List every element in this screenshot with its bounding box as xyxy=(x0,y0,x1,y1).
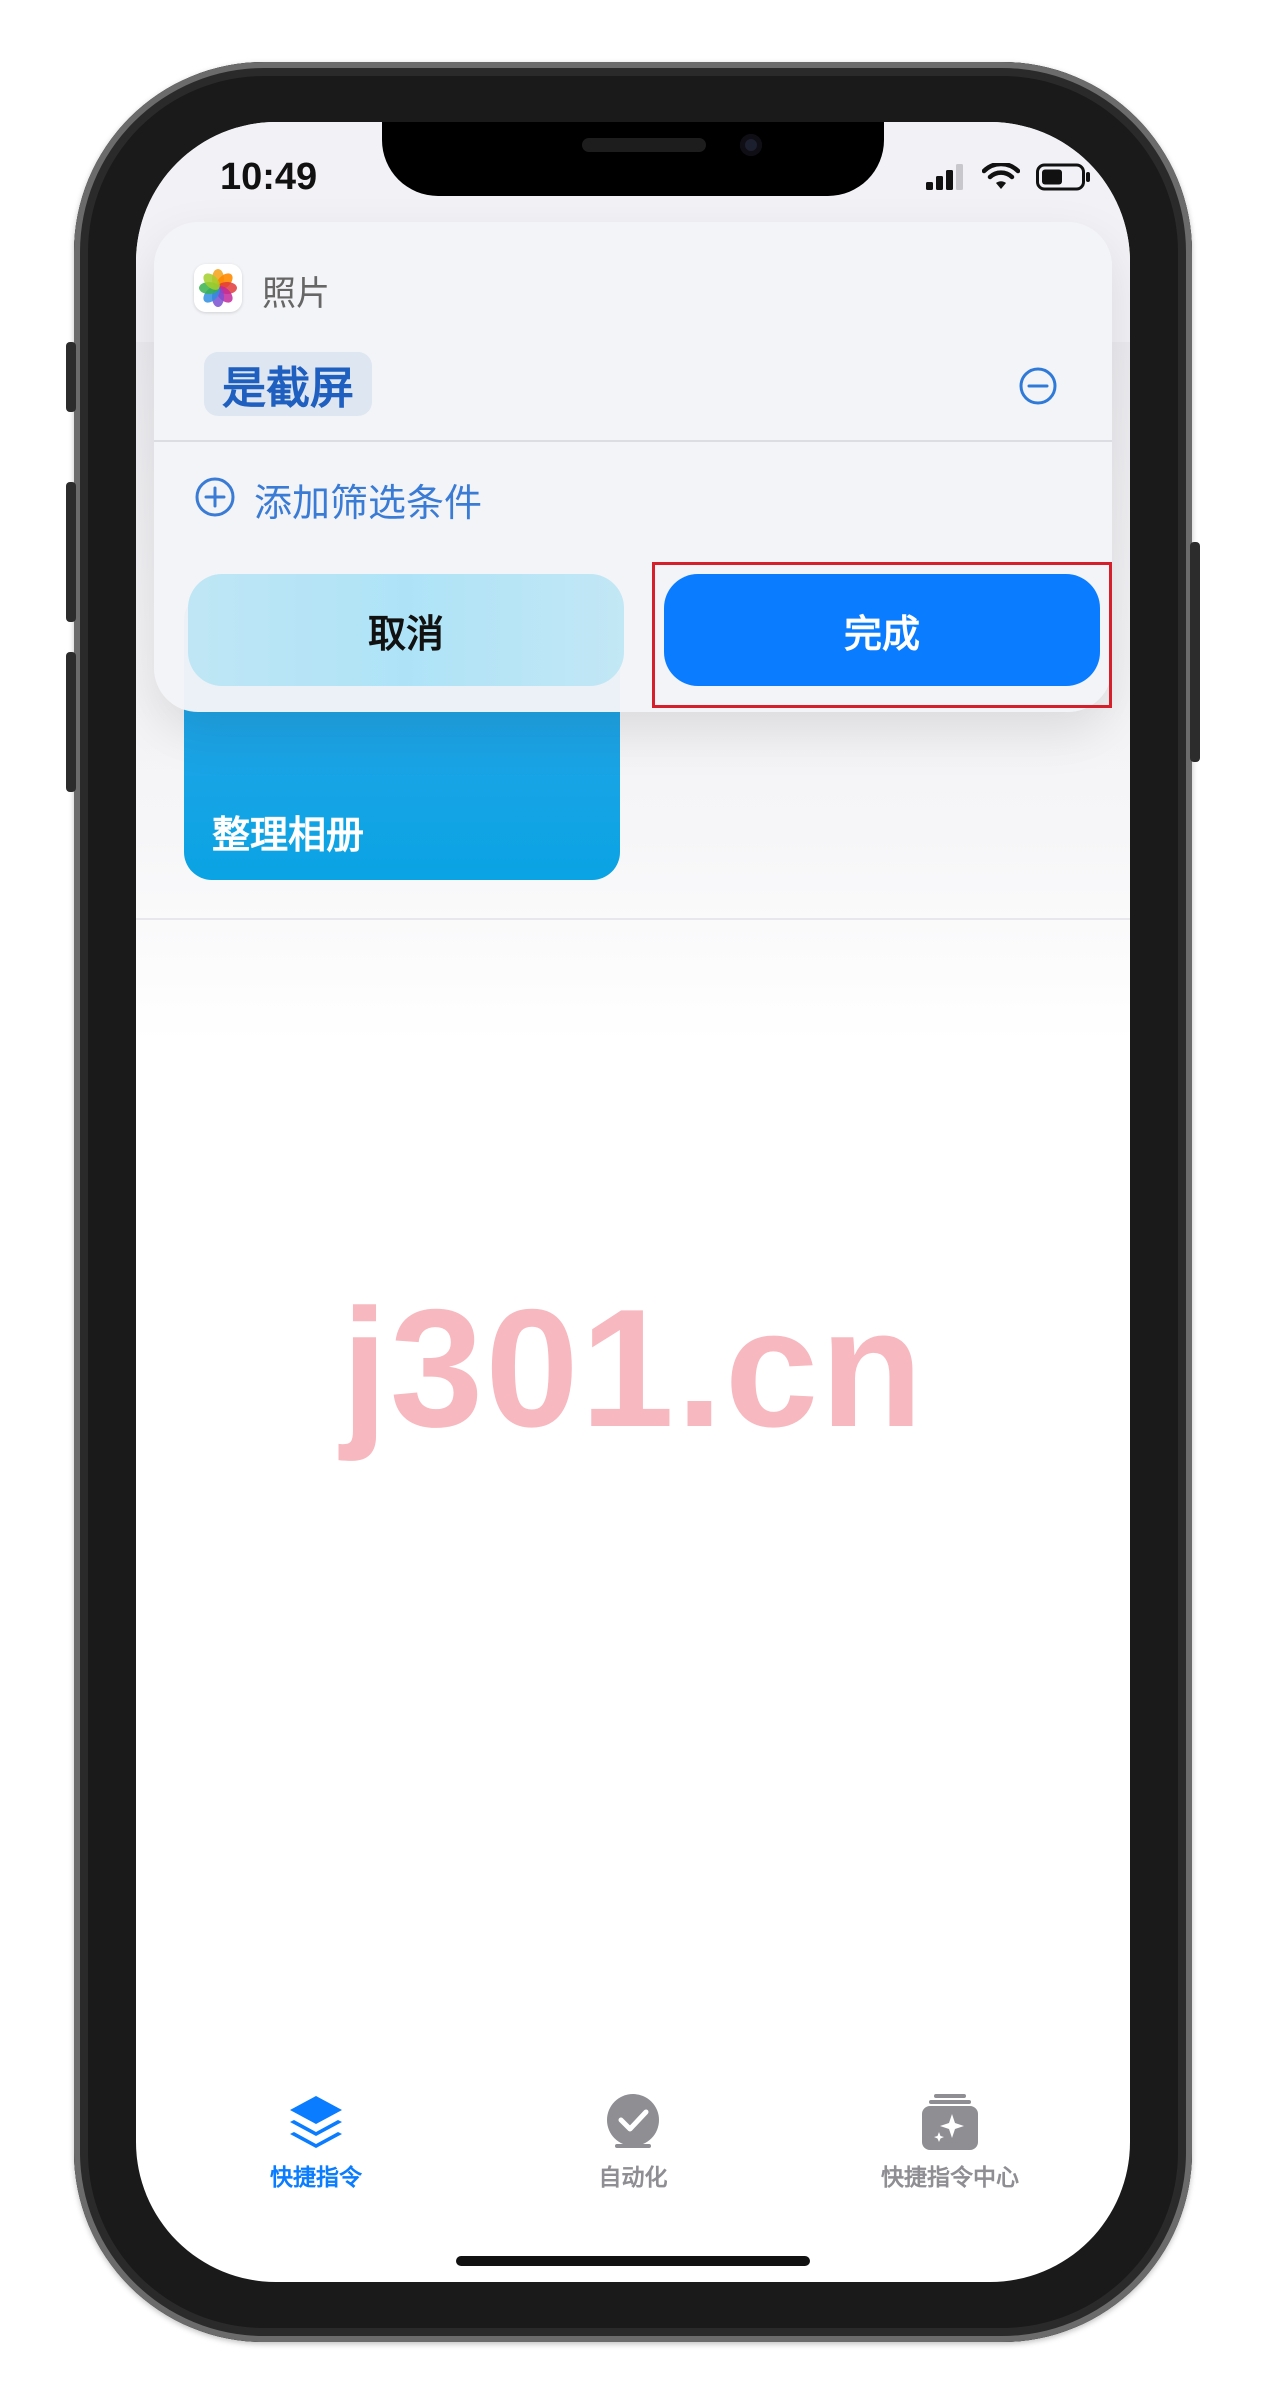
power-button xyxy=(1190,542,1200,762)
battery-icon xyxy=(1036,163,1090,191)
front-camera xyxy=(740,134,762,156)
remove-filter-icon[interactable] xyxy=(1018,366,1058,406)
tab-automation[interactable]: 自动化 xyxy=(513,2090,753,2192)
status-icons xyxy=(926,162,1092,192)
cellular-signal-icon xyxy=(926,164,963,190)
tab-shortcuts[interactable]: 快捷指令 xyxy=(196,2090,436,2192)
earpiece-speaker xyxy=(582,138,706,152)
section-divider xyxy=(136,918,1130,920)
volume-down-button xyxy=(66,652,76,792)
layers-icon xyxy=(290,2096,342,2148)
screen: 整理相册 10:49 照片 是截屏 添加筛选条件 取消 完成 j301.cn 快… xyxy=(136,122,1130,2282)
filter-chip-is-screenshot[interactable]: 是截屏 xyxy=(204,352,372,416)
gallery-sparkle-icon xyxy=(922,2094,978,2150)
panel-divider xyxy=(154,440,1112,442)
volume-up-button xyxy=(66,482,76,622)
tab-gallery[interactable]: 快捷指令中心 xyxy=(830,2090,1070,2192)
add-filter-icon[interactable] xyxy=(194,476,236,518)
clock-check-icon xyxy=(607,2094,659,2148)
notch xyxy=(382,122,884,196)
tab-label: 自动化 xyxy=(598,2165,668,2191)
photos-app-icon xyxy=(194,264,242,312)
app-name-label: 照片 xyxy=(262,274,330,314)
watermark: j301.cn xyxy=(341,1274,925,1462)
wifi-icon xyxy=(982,163,1020,189)
tab-label: 快捷指令中心 xyxy=(881,2165,1019,2191)
add-filter-button[interactable]: 添加筛选条件 xyxy=(254,472,482,527)
shortcut-card-title: 整理相册 xyxy=(212,813,365,857)
highlight-annotation-box xyxy=(652,562,1112,708)
tab-label: 快捷指令 xyxy=(270,2165,362,2191)
filter-panel: 照片 是截屏 添加筛选条件 取消 完成 xyxy=(154,222,1112,712)
home-indicator[interactable] xyxy=(456,2256,810,2266)
status-time: 10:49 xyxy=(220,156,318,198)
cancel-button[interactable]: 取消 xyxy=(188,574,624,686)
silent-switch xyxy=(66,342,76,412)
